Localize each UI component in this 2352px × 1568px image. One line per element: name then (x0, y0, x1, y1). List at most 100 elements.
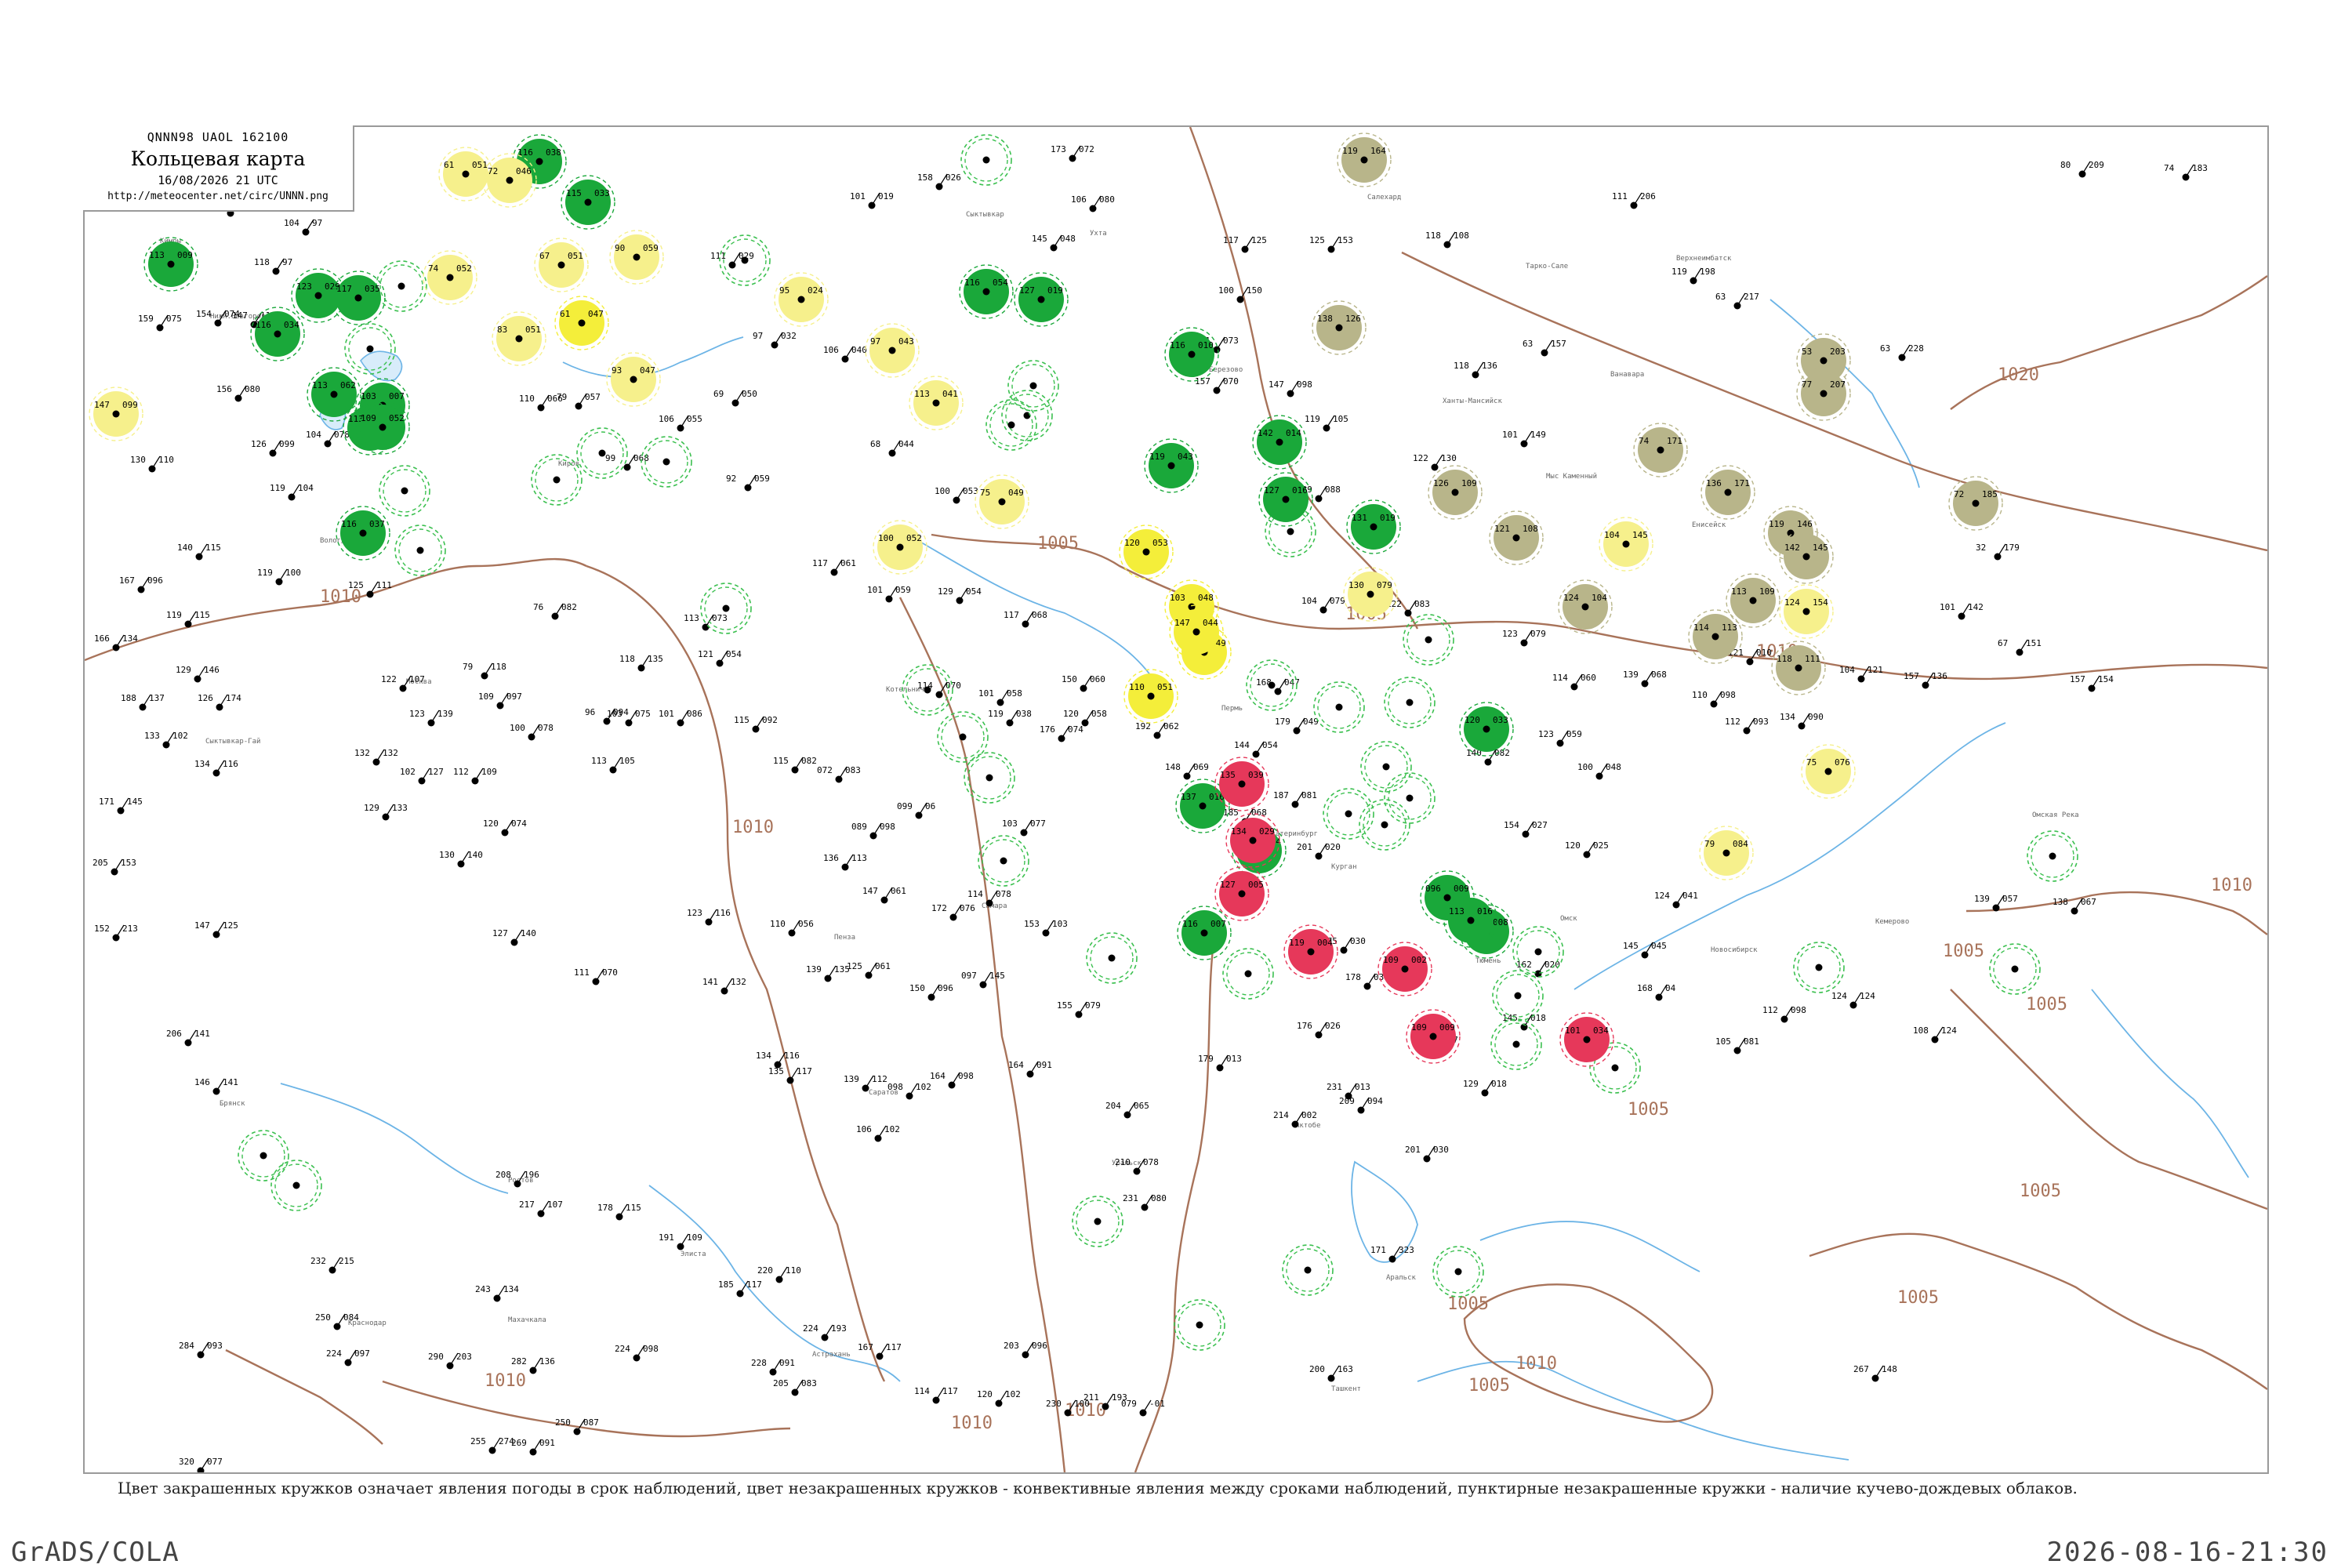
station-plot[interactable]: 63 228 (1880, 343, 1924, 361)
station-plot[interactable]: 69 050 (713, 389, 757, 407)
weather-circle-olive[interactable]: 113 109 (1726, 573, 1780, 628)
station-plot[interactable]: 79 118 (463, 662, 506, 680)
cb-cloud-ring[interactable] (270, 1160, 322, 1211)
cb-cloud-ring[interactable] (1793, 942, 1845, 993)
station-plot[interactable]: 119 115 (166, 610, 210, 628)
station-plot[interactable]: 089 098 (851, 822, 895, 840)
weather-circle-pale_yellow[interactable]: 67 051 (534, 238, 589, 292)
station-plot[interactable]: 104 121 (1839, 665, 1883, 683)
station-plot[interactable]: 129 146 (176, 665, 220, 683)
station-plot[interactable]: 148 069 (1165, 762, 1209, 780)
station-plot[interactable]: 114 060 (1552, 673, 1596, 691)
station-plot[interactable]: 114 117 (914, 1386, 958, 1404)
station-plot[interactable]: 140 115 (177, 543, 221, 561)
weather-circle-red[interactable]: 101 034 (1559, 1012, 1614, 1067)
station-plot[interactable]: 120 074 (483, 818, 527, 837)
station-plot[interactable]: 123 079 (1502, 629, 1546, 647)
weather-circle-green[interactable]: 116 037 (336, 506, 390, 561)
station-plot[interactable]: 209 094 (1339, 1096, 1383, 1114)
weather-circle-green[interactable]: 113 009 (143, 237, 198, 292)
station-plot[interactable]: 178 034 (1345, 972, 1389, 990)
station-plot[interactable]: 228 091 (751, 1358, 795, 1376)
station-plot[interactable]: 102 127 (400, 767, 444, 785)
station-plot[interactable]: 111 070 (574, 967, 618, 985)
station-plot[interactable]: 100 048 (1577, 762, 1621, 780)
station-plot[interactable]: 172 076 (931, 903, 975, 921)
station-plot[interactable]: 166 134 (94, 633, 138, 652)
station-plot[interactable]: 098 102 (887, 1082, 931, 1100)
station-plot[interactable]: 129 054 (938, 586, 982, 604)
weather-circle-green[interactable]: 116 054 (959, 264, 1014, 319)
weather-circle-yellow[interactable]: 110 051 (1123, 669, 1178, 724)
cb-cloud-ring[interactable] (1989, 943, 2041, 995)
station-plot[interactable]: 121 054 (698, 649, 742, 667)
station-plot[interactable]: 104 079 (1301, 596, 1345, 614)
weather-circle-olive[interactable]: 74 171 (1633, 423, 1688, 477)
map-frame[interactable]: 1005100510101010101010201010100510051005… (83, 125, 2269, 1474)
weather-circle-pale_yellow[interactable]: 95 024 (774, 272, 829, 327)
station-plot[interactable]: 232 215 (310, 1256, 354, 1274)
station-plot[interactable]: 164 091 (1008, 1060, 1052, 1078)
station-plot[interactable]: 176 026 (1297, 1021, 1341, 1039)
station-plot[interactable]: 231 013 (1327, 1082, 1370, 1100)
station-plot[interactable]: 106 080 (1071, 194, 1115, 212)
station-plot[interactable]: 126 099 (251, 439, 295, 457)
weather-circle-olive[interactable]: 136 171 (1700, 465, 1755, 520)
weather-circle-pale_yellow[interactable]: 104 145 (1599, 517, 1653, 572)
station-plot[interactable]: 115 082 (773, 756, 817, 774)
station-plot[interactable]: 179 049 (1275, 717, 1319, 735)
station-plot[interactable]: 101 142 (1940, 602, 1984, 620)
cb-cloud-ring[interactable] (700, 583, 752, 634)
station-plot[interactable]: 290 203 (428, 1352, 472, 1370)
station-plot[interactable]: 123 116 (687, 908, 731, 926)
station-plot[interactable]: 124 041 (1654, 891, 1698, 909)
station-plot[interactable]: 168 04 (1637, 983, 1676, 1001)
weather-circle-green[interactable]: 131 019 (1346, 499, 1401, 554)
station-plot[interactable]: 119 104 (270, 483, 314, 501)
weather-circle-red[interactable]: 109 002 (1377, 942, 1432, 996)
weather-circle-pale_yellow[interactable]: 75 049 (975, 474, 1029, 529)
station-plot[interactable]: 130 140 (439, 850, 483, 868)
station-plot[interactable]: 147 125 (194, 920, 238, 938)
station-plot[interactable]: 134 116 (194, 759, 238, 777)
station-plot[interactable]: 164 098 (930, 1071, 974, 1089)
station-plot[interactable]: 205 083 (773, 1378, 817, 1396)
station-plot[interactable]: 68 044 (870, 439, 914, 457)
station-plot[interactable]: 63 157 (1523, 339, 1566, 357)
weather-circle-olive[interactable]: 126 109 (1428, 465, 1483, 520)
station-plot[interactable]: 104 078 (306, 430, 350, 448)
station-plot[interactable]: 106 040 (823, 345, 867, 363)
station-plot[interactable]: 134 116 (756, 1051, 800, 1069)
cb-cloud-ring[interactable] (1360, 741, 1412, 793)
station-plot[interactable]: 136 113 (823, 853, 867, 871)
station-plot[interactable]: 101 086 (659, 709, 702, 727)
station-plot[interactable]: 117 068 (1004, 610, 1047, 628)
station-plot[interactable]: 97 032 (753, 331, 797, 349)
weather-circle-pale_yellow[interactable]: 147 099 (89, 387, 143, 441)
station-plot[interactable]: 243 134 (475, 1284, 519, 1302)
station-plot[interactable]: 100 078 (510, 723, 554, 741)
station-plot[interactable]: 187 081 (1273, 790, 1317, 808)
station-plot[interactable]: 109 097 (478, 691, 522, 710)
station-plot[interactable]: 150 096 (909, 983, 953, 1001)
station-plot[interactable]: 145 018 (1502, 1013, 1546, 1031)
station-plot[interactable]: 146 141 (194, 1077, 238, 1095)
station-plot[interactable]: 173 072 (1051, 144, 1094, 162)
station-plot[interactable]: 122 083 (1386, 599, 1430, 617)
cb-cloud-ring[interactable] (1072, 1196, 1123, 1247)
station-plot[interactable]: 114 070 (917, 681, 961, 699)
station-plot[interactable]: 106 055 (659, 414, 702, 432)
station-plot[interactable]: 139 068 (1623, 670, 1667, 688)
weather-map[interactable]: 1005100510101010101010201010100510051005… (85, 127, 2267, 1472)
station-plot[interactable]: 92 059 (726, 474, 770, 492)
cb-cloud-ring[interactable] (1222, 948, 1274, 1000)
weather-circle-green[interactable]: 116 007 (1177, 906, 1232, 960)
cb-cloud-ring[interactable] (719, 234, 771, 286)
cb-cloud-ring[interactable] (379, 465, 430, 517)
station-plot[interactable]: 147 061 (862, 886, 906, 904)
station-plot[interactable]: 80 209 (2060, 160, 2104, 178)
station-plot[interactable]: 200 163 (1309, 1364, 1353, 1382)
station-plot[interactable]: 155 079 (1057, 1000, 1101, 1018)
station-plot[interactable]: 171 145 (99, 797, 143, 815)
cb-cloud-ring[interactable] (1001, 390, 1053, 441)
